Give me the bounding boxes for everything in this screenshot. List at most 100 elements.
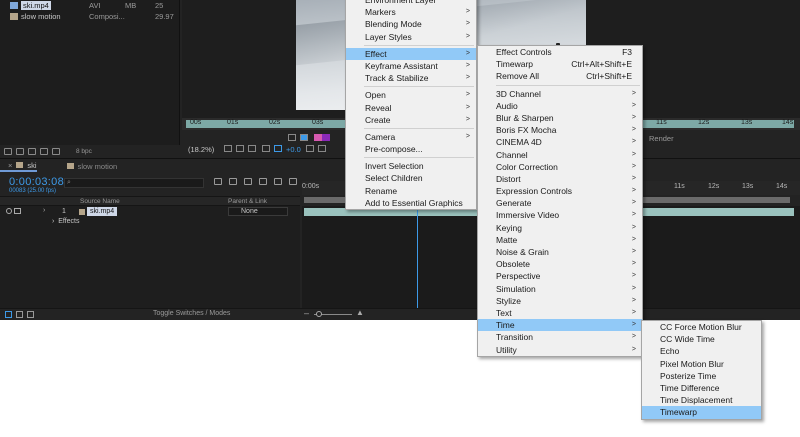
time-item-time-displacement[interactable]: Time Displacement: [642, 394, 761, 406]
effect-item-timewarp[interactable]: Timewarp Ctrl+Alt+Shift+E: [478, 58, 642, 70]
menu-item-track-stabilize[interactable]: Track & Stabilize >: [346, 72, 476, 84]
zoom-slider-knob[interactable]: [316, 311, 322, 317]
effect-item-audio[interactable]: Audio >: [478, 100, 642, 112]
timeline-zoom-slider[interactable]: [314, 311, 352, 317]
effect-item-stylize[interactable]: Stylize >: [478, 295, 642, 307]
in-out-panes-icon[interactable]: [27, 311, 34, 318]
effect-item-cinema-4d[interactable]: CINEMA 4D >: [478, 136, 642, 148]
menu-item-select-children[interactable]: Select Children: [346, 172, 476, 184]
effect-item-noise-grain[interactable]: Noise & Grain >: [478, 246, 642, 258]
menu-item-effect[interactable]: Effect >: [346, 47, 476, 60]
resolution-icon[interactable]: [224, 145, 232, 152]
time-item-timewarp[interactable]: Timewarp: [642, 406, 761, 419]
audio-speaker-icon[interactable]: [14, 208, 21, 214]
effect-item-time[interactable]: Time >: [478, 319, 642, 332]
effect-item-expression-controls[interactable]: Expression Controls >: [478, 185, 642, 197]
label-color-swatch[interactable]: [79, 209, 85, 215]
exposure-value[interactable]: +0.0: [286, 145, 301, 154]
parent-dropdown[interactable]: None: [228, 207, 288, 216]
menu-item-layer-styles[interactable]: Layer Styles >: [346, 31, 476, 43]
effect-item-distort[interactable]: Distort >: [478, 173, 642, 185]
layer-name[interactable]: ski.mp4: [87, 207, 118, 216]
project-item-slow-motion[interactable]: slow motion Composi... 29.97: [0, 11, 180, 22]
effect-item-color-correction[interactable]: Color Correction >: [478, 161, 642, 173]
work-area-icon[interactable]: [300, 134, 308, 141]
time-item-posterize-time[interactable]: Posterize Time: [642, 370, 761, 382]
menu-item-invert-selection[interactable]: Invert Selection: [346, 160, 476, 172]
effect-item-utility[interactable]: Utility >: [478, 344, 642, 356]
exposure-icon[interactable]: [274, 145, 282, 152]
motion-blur-icon[interactable]: [274, 178, 282, 185]
parent-link-header[interactable]: Parent & Link: [228, 198, 267, 205]
effect-item-obsolete[interactable]: Obsolete >: [478, 258, 642, 270]
effect-item-keying[interactable]: Keying >: [478, 222, 642, 234]
project-item-ski-mp4[interactable]: ski.mp4 AVI MB 25: [0, 0, 180, 11]
effect-item-matte[interactable]: Matte >: [478, 234, 642, 246]
menu-item-add-to-essential-graphics[interactable]: Add to Essential Graphics: [346, 197, 476, 209]
effect-item-text[interactable]: Text >: [478, 307, 642, 319]
interpret-footage-icon[interactable]: [4, 147, 12, 155]
color-label-icon[interactable]: [314, 134, 322, 141]
graph-editor-icon[interactable]: [289, 178, 297, 185]
effect-item-3d-channel[interactable]: 3D Channel >: [478, 88, 642, 100]
snapshot-icon[interactable]: [306, 145, 314, 152]
magnification-dropdown[interactable]: (18.2%): [188, 145, 214, 154]
show-channel-icon[interactable]: [318, 145, 326, 152]
effect-item-transition[interactable]: Transition >: [478, 331, 642, 343]
menu-item-create[interactable]: Create >: [346, 114, 476, 126]
draft-3d-icon[interactable]: [229, 178, 237, 185]
effect-item-channel[interactable]: Channel >: [478, 149, 642, 161]
effect-item-blur-sharpen[interactable]: Blur & Sharpen >: [478, 112, 642, 124]
source-name-header[interactable]: Source Name: [80, 198, 120, 205]
render-button[interactable]: Render: [649, 134, 674, 143]
color-label-icon[interactable]: [322, 134, 330, 141]
tab-slow-motion[interactable]: slow motion: [59, 162, 117, 171]
region-of-interest-icon[interactable]: [236, 145, 244, 152]
menu-item-blending-mode[interactable]: Blending Mode >: [346, 18, 476, 30]
menu-item-keyframe-assistant[interactable]: Keyframe Assistant >: [346, 60, 476, 72]
menu-item-rename[interactable]: Rename: [346, 185, 476, 197]
time-item-pixel-motion-blur[interactable]: Pixel Motion Blur: [642, 358, 761, 370]
effect-item-effect-controls[interactable]: Effect Controls F3: [478, 46, 642, 58]
delete-icon[interactable]: [52, 147, 60, 155]
close-icon[interactable]: ×: [8, 161, 12, 170]
time-item-echo[interactable]: Echo: [642, 345, 761, 357]
layer-row[interactable]: › 1 ski.mp4 None: [0, 207, 300, 217]
tab-ski[interactable]: × ski: [0, 161, 37, 172]
transparency-grid-icon[interactable]: [248, 145, 256, 152]
time-item-cc-force-motion-blur[interactable]: CC Force Motion Blur: [642, 321, 761, 333]
menu-item-reveal[interactable]: Reveal >: [346, 102, 476, 114]
shy-icon[interactable]: [244, 178, 252, 185]
visibility-eye-icon[interactable]: [6, 208, 12, 214]
effect-item-boris-fx-mocha[interactable]: Boris FX Mocha >: [478, 124, 642, 136]
zoom-in-icon[interactable]: ▲: [356, 308, 364, 317]
time-item-cc-wide-time[interactable]: CC Wide Time: [642, 333, 761, 345]
transfer-controls-icon[interactable]: [16, 311, 23, 318]
toggle-switches-modes-button[interactable]: Toggle Switches / Modes: [153, 310, 230, 317]
mask-visibility-icon[interactable]: [262, 145, 270, 152]
effect-item-generate[interactable]: Generate >: [478, 197, 642, 209]
layer-switches-icon[interactable]: [5, 311, 12, 318]
new-composition-icon[interactable]: [28, 147, 36, 155]
effects-group[interactable]: › Effects: [52, 218, 80, 225]
effect-item-immersive-video[interactable]: Immersive Video >: [478, 209, 642, 221]
menu-item-markers[interactable]: Markers >: [346, 6, 476, 18]
menu-item-pre-compose[interactable]: Pre-compose...: [346, 143, 476, 155]
pin-icon[interactable]: [40, 147, 48, 155]
effect-item-simulation[interactable]: Simulation >: [478, 283, 642, 295]
time-item-time-difference[interactable]: Time Difference: [642, 382, 761, 394]
timeline-search-input[interactable]: ⌕: [64, 178, 204, 188]
marker-icon[interactable]: [288, 134, 296, 141]
effect-item-perspective[interactable]: Perspective >: [478, 270, 642, 282]
expand-chevron-icon[interactable]: ›: [43, 207, 45, 214]
bit-depth-button[interactable]: 8 bpc: [76, 148, 92, 155]
zoom-out-icon[interactable]: –: [304, 308, 309, 318]
new-folder-icon[interactable]: [16, 147, 24, 155]
current-time-display[interactable]: 0:00:03:08: [9, 176, 64, 188]
effect-item-remove-all[interactable]: Remove All Ctrl+Shift+E: [478, 70, 642, 82]
comp-mini-flowchart-icon[interactable]: [214, 178, 222, 185]
ruler-tick: 13s: [741, 119, 753, 126]
menu-item-open[interactable]: Open >: [346, 89, 476, 101]
frame-blending-icon[interactable]: [259, 178, 267, 185]
menu-item-camera[interactable]: Camera >: [346, 131, 476, 143]
